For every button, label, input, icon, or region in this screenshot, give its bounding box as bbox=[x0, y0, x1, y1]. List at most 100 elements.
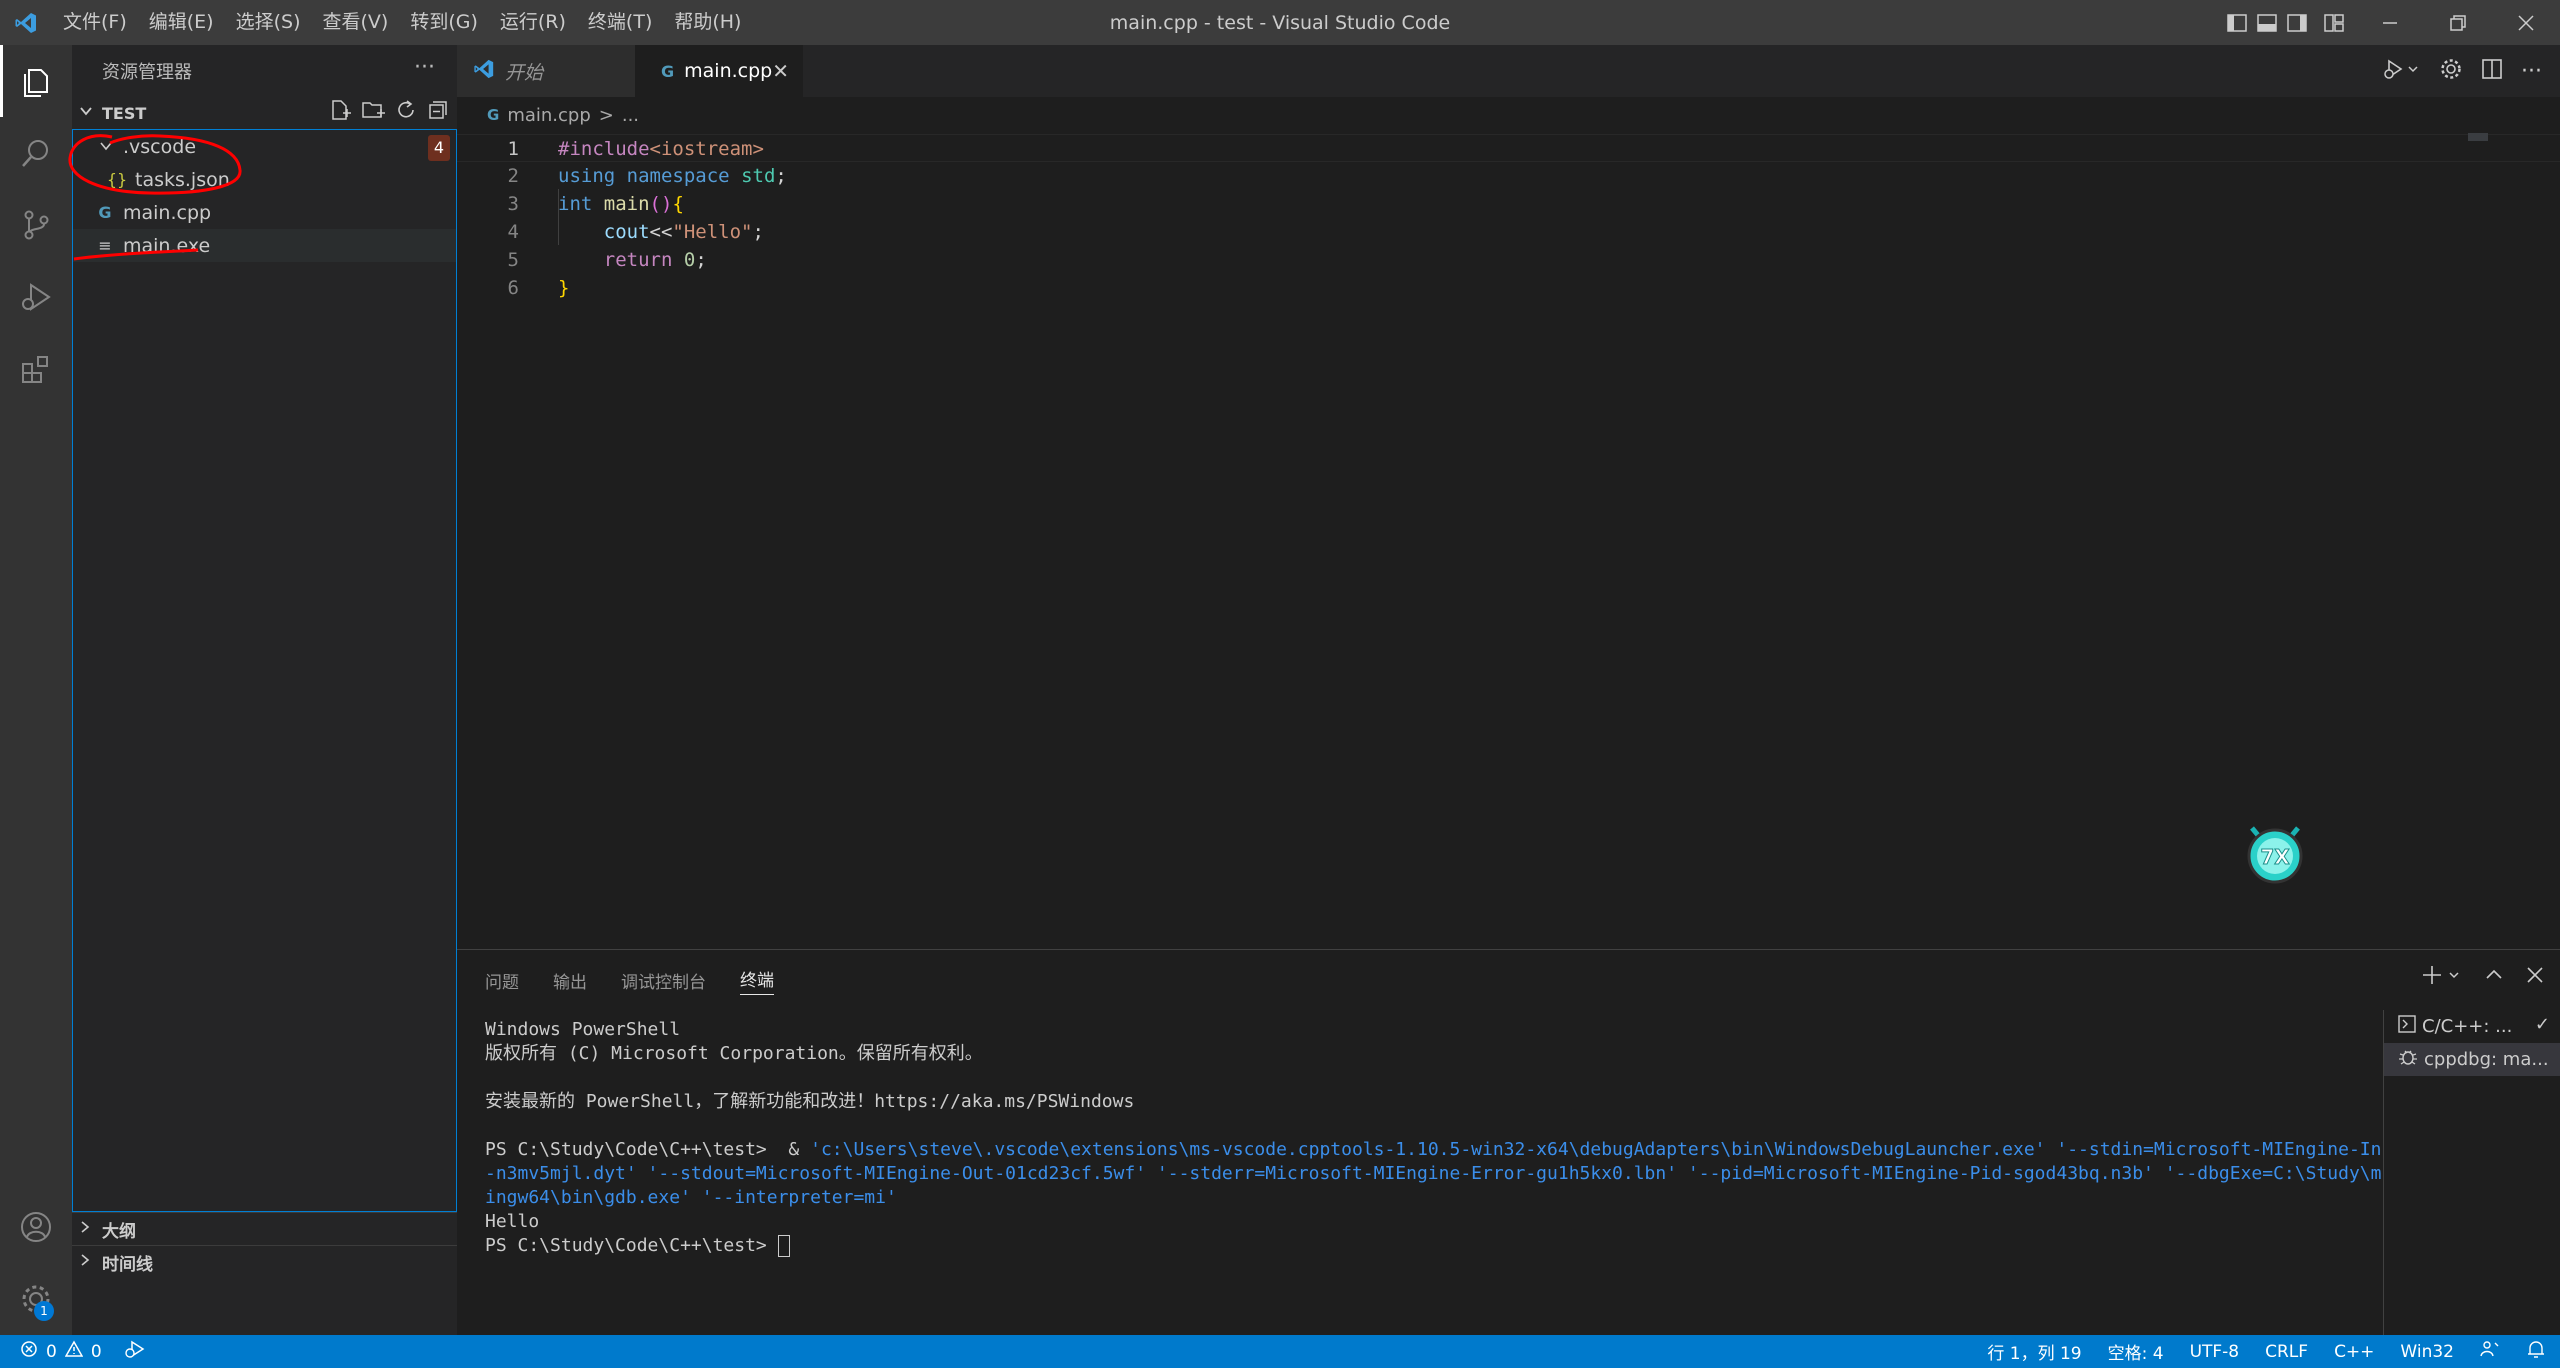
minimize-icon[interactable] bbox=[2356, 0, 2424, 45]
tree-item-main-cpp[interactable]: G main.cpp bbox=[73, 196, 456, 229]
menu-edit[interactable]: 编辑(E) bbox=[138, 0, 225, 45]
menu-view[interactable]: 查看(V) bbox=[312, 0, 400, 45]
end-of-line[interactable]: CRLF bbox=[2265, 1342, 2308, 1362]
close-panel-icon[interactable] bbox=[2526, 966, 2544, 989]
tab-debug-console[interactable]: 调试控制台 bbox=[621, 968, 706, 993]
breadcrumb-file[interactable]: main.cpp bbox=[507, 105, 590, 126]
run-and-debug-icon[interactable] bbox=[0, 261, 72, 333]
code-token: "Hello" bbox=[672, 221, 753, 243]
refresh-icon[interactable] bbox=[395, 99, 417, 125]
accounts-icon[interactable] bbox=[0, 1191, 72, 1263]
tree-item-vscode-folder[interactable]: .vscode 4 bbox=[73, 130, 456, 163]
toggle-secondary-sidebar-icon[interactable] bbox=[2282, 0, 2312, 45]
code-token: <iostream> bbox=[649, 138, 764, 160]
notifications-bell-icon[interactable] bbox=[2526, 1339, 2546, 1364]
more-actions-icon[interactable]: ··· bbox=[414, 55, 435, 80]
platform-config[interactable]: Win32 bbox=[2400, 1342, 2454, 1362]
new-folder-icon[interactable] bbox=[361, 99, 385, 125]
line-number: 3 bbox=[507, 193, 519, 215]
text-file-icon: ≡ bbox=[98, 236, 112, 255]
code-line: 5 return 0; bbox=[457, 246, 2560, 274]
customize-layout-icon[interactable] bbox=[2312, 0, 2356, 45]
tab-output[interactable]: 输出 bbox=[553, 968, 587, 993]
terminal-prompt: PS C:\Study\Code\C++\test> bbox=[485, 1235, 778, 1256]
tree-item-tasks-json[interactable]: {} tasks.json bbox=[73, 163, 456, 196]
code-token: return bbox=[603, 249, 673, 271]
close-icon[interactable]: ✕ bbox=[772, 59, 789, 83]
new-file-icon[interactable] bbox=[329, 99, 351, 125]
line-number: 4 bbox=[507, 221, 519, 243]
close-window-icon[interactable] bbox=[2492, 0, 2560, 45]
vscode-logo-icon bbox=[0, 0, 52, 45]
file-tree: .vscode 4 {} tasks.json G main.cpp ≡ mai… bbox=[72, 129, 457, 1212]
workspace-name: TEST bbox=[102, 103, 147, 123]
tree-item-main-exe[interactable]: ≡ main.exe bbox=[73, 229, 456, 262]
menu-terminal[interactable]: 终端(T) bbox=[577, 0, 663, 45]
collapse-all-icon[interactable] bbox=[427, 99, 449, 125]
run-debug-dropdown-icon[interactable] bbox=[2383, 57, 2421, 86]
feedback-icon[interactable] bbox=[2480, 1339, 2500, 1364]
toggle-primary-sidebar-icon[interactable] bbox=[2222, 0, 2252, 45]
encoding[interactable]: UTF-8 bbox=[2190, 1342, 2240, 1362]
menu-file[interactable]: 文件(F) bbox=[52, 0, 138, 45]
terminal-icon bbox=[2398, 1015, 2416, 1038]
assistant-avatar-icon[interactable]: 7X bbox=[2240, 818, 2310, 888]
maximize-panel-icon[interactable] bbox=[2484, 965, 2504, 990]
timeline-section-header[interactable]: 时间线 bbox=[72, 1245, 457, 1278]
cursor-position[interactable]: 行 1，列 19 bbox=[1987, 1339, 2081, 1364]
menu-go[interactable]: 转到(G) bbox=[399, 0, 489, 45]
outline-label: 大纲 bbox=[102, 1221, 136, 1242]
menu-selection[interactable]: 选择(S) bbox=[225, 0, 312, 45]
manage-gear-icon[interactable]: 1 bbox=[0, 1263, 72, 1335]
outline-section-header[interactable]: 大纲 bbox=[72, 1212, 457, 1245]
problem-count-badge: 4 bbox=[428, 135, 450, 161]
indentation[interactable]: 空格: 4 bbox=[2108, 1339, 2164, 1364]
source-control-icon[interactable] bbox=[0, 189, 72, 261]
code-token: namespace bbox=[626, 165, 730, 187]
tab-terminal[interactable]: 终端 bbox=[740, 966, 774, 995]
chevron-down-icon bbox=[78, 103, 94, 123]
toggle-panel-icon[interactable] bbox=[2252, 0, 2282, 45]
line-number: 5 bbox=[507, 249, 519, 271]
tab-main-cpp[interactable]: G main.cpp ✕ bbox=[635, 45, 803, 97]
restore-icon[interactable] bbox=[2424, 0, 2492, 45]
search-icon[interactable] bbox=[0, 117, 72, 189]
chevron-right-icon bbox=[78, 1252, 92, 1272]
warning-count[interactable]: 0 bbox=[91, 1342, 102, 1362]
terminal-instance-label: cppdbg: ma... bbox=[2424, 1049, 2549, 1070]
more-actions-icon[interactable]: ··· bbox=[2521, 59, 2542, 84]
terminal-cursor bbox=[777, 1235, 790, 1257]
svg-text:7X: 7X bbox=[2260, 845, 2290, 869]
tree-item-label: main.exe bbox=[123, 234, 211, 257]
check-icon: ✓ bbox=[2534, 1014, 2550, 1035]
error-icon[interactable] bbox=[20, 1340, 38, 1363]
cpp-file-icon: G bbox=[487, 106, 500, 124]
debug-launch-icon[interactable] bbox=[124, 1339, 146, 1364]
terminal-instance[interactable]: cppdbg: ma... bbox=[2384, 1043, 2560, 1076]
code-token: ; bbox=[775, 165, 787, 187]
extensions-icon[interactable] bbox=[0, 333, 72, 405]
workspace-section-header[interactable]: TEST bbox=[72, 97, 457, 129]
terminal-instance[interactable]: C/C++: ... ✓ bbox=[2384, 1010, 2560, 1043]
menu-run[interactable]: 运行(R) bbox=[489, 0, 577, 45]
minimap[interactable] bbox=[2468, 133, 2488, 141]
line-number: 6 bbox=[507, 277, 519, 299]
tab-problems[interactable]: 问题 bbox=[485, 968, 519, 993]
terminal-output[interactable]: Windows PowerShell 版权所有 (C) Microsoft Co… bbox=[485, 1018, 2385, 1258]
settings-gear-icon[interactable] bbox=[2439, 57, 2463, 86]
warning-icon[interactable] bbox=[64, 1340, 84, 1363]
chevron-down-icon bbox=[99, 136, 113, 158]
explorer-icon[interactable] bbox=[0, 45, 72, 117]
error-count[interactable]: 0 bbox=[46, 1342, 57, 1362]
tab-label: 开始 bbox=[505, 61, 544, 84]
breadcrumb-symbol[interactable]: ... bbox=[622, 105, 639, 126]
title-bar: 文件(F) 编辑(E) 选择(S) 查看(V) 转到(G) 运行(R) 终端(T… bbox=[0, 0, 2560, 45]
cpp-file-icon: G bbox=[98, 203, 112, 222]
terminal-line: Windows PowerShell bbox=[485, 1019, 681, 1040]
tab-welcome[interactable]: 开始 bbox=[457, 45, 635, 97]
terminal-line: 版权所有 (C) Microsoft Corporation。保留所有权利。 bbox=[485, 1043, 983, 1064]
language-mode[interactable]: C++ bbox=[2334, 1342, 2374, 1362]
menu-help[interactable]: 帮助(H) bbox=[663, 0, 752, 45]
new-terminal-icon[interactable] bbox=[2422, 964, 2462, 991]
split-editor-icon[interactable] bbox=[2481, 58, 2503, 85]
